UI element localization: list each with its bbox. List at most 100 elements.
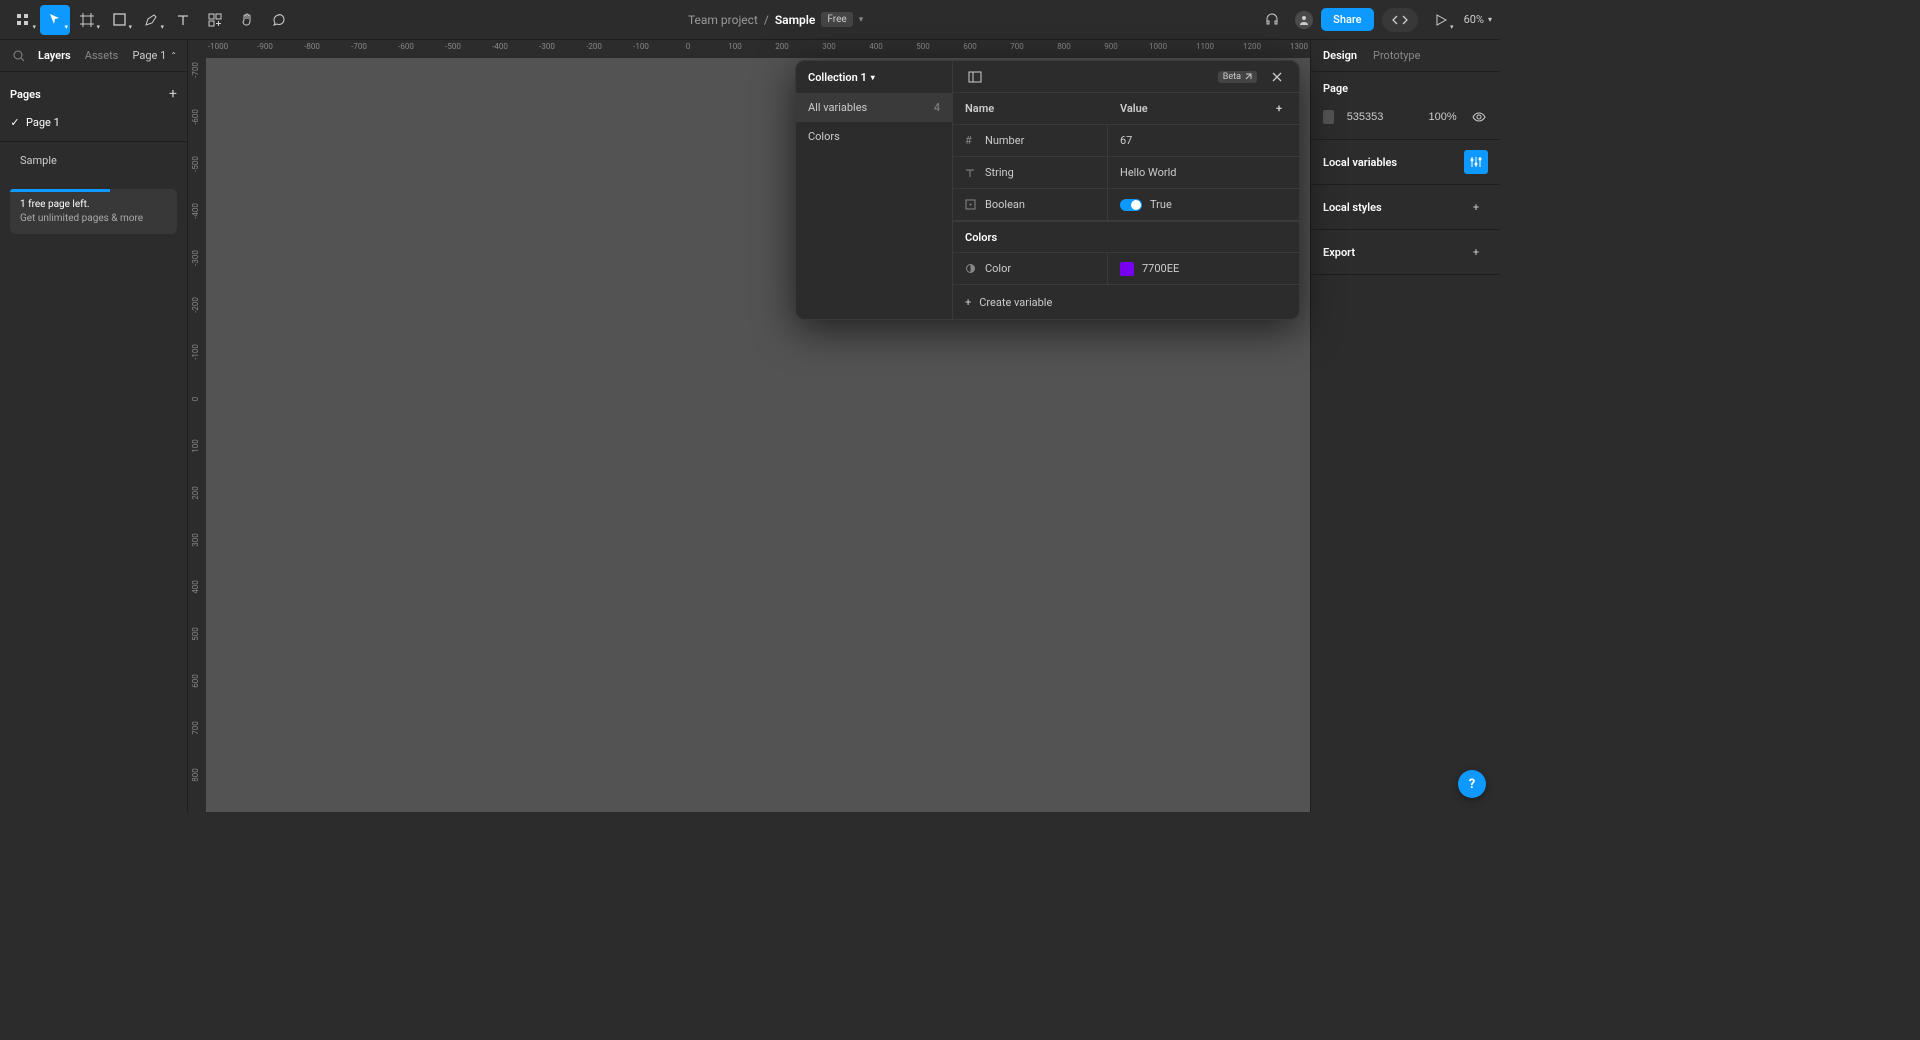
- chevron-down-icon: ▾: [32, 23, 36, 31]
- tab-layers[interactable]: Layers: [38, 49, 71, 62]
- comment-tool[interactable]: [264, 5, 294, 35]
- add-export-button[interactable]: +: [1464, 240, 1488, 264]
- variable-row-string[interactable]: String Hello World: [953, 157, 1299, 189]
- add-mode-button[interactable]: +: [1267, 97, 1291, 121]
- ruler-tick: -700: [191, 62, 200, 78]
- left-panel: Layers Assets Page 1 ⌃ Pages + ✓ Page 1 …: [0, 40, 188, 812]
- add-page-button[interactable]: +: [169, 86, 177, 102]
- layer-row[interactable]: Sample: [0, 148, 187, 173]
- plan-badge: Free: [821, 12, 852, 27]
- ruler-tick: 1100: [1196, 42, 1214, 51]
- variables-top-bar: Beta: [953, 61, 1299, 93]
- move-tool[interactable]: ▾: [40, 5, 70, 35]
- open-variables-button[interactable]: [1464, 150, 1488, 174]
- comment-icon: [272, 13, 286, 27]
- dev-mode-toggle[interactable]: [1382, 8, 1418, 32]
- plus-icon: +: [1473, 246, 1479, 259]
- help-label: ?: [1469, 777, 1475, 792]
- shape-tool[interactable]: ▾: [104, 5, 134, 35]
- variable-section-colors: Colors: [953, 221, 1299, 253]
- tab-assets[interactable]: Assets: [85, 49, 119, 62]
- variable-row-number[interactable]: # Number 67: [953, 125, 1299, 157]
- plus-icon: +: [1276, 102, 1282, 115]
- pen-tool[interactable]: ▾: [136, 5, 166, 35]
- add-style-button[interactable]: +: [1464, 195, 1488, 219]
- bg-hex-input[interactable]: [1342, 107, 1402, 127]
- visibility-toggle[interactable]: [1470, 105, 1488, 129]
- ruler-tick: 400: [191, 580, 200, 594]
- variables-table: Beta Name Value + # Number 67: [953, 61, 1299, 319]
- color-swatch[interactable]: [1120, 262, 1134, 276]
- string-type-icon: [965, 168, 977, 178]
- var-value[interactable]: 67: [1120, 134, 1132, 147]
- audio-button[interactable]: [1257, 5, 1287, 35]
- ruler-tick: -500: [445, 42, 461, 51]
- ruler-tick: 600: [963, 42, 977, 51]
- page-section-title: Page: [1323, 82, 1488, 95]
- toggle-sidebar-button[interactable]: [963, 65, 987, 89]
- var-value[interactable]: 7700EE: [1142, 262, 1179, 275]
- boolean-toggle[interactable]: [1120, 199, 1142, 211]
- tab-design[interactable]: Design: [1323, 49, 1357, 62]
- upsell-card[interactable]: 1 free page left. Get unlimited pages & …: [10, 189, 177, 234]
- search-button[interactable]: [10, 47, 28, 65]
- text-tool[interactable]: [168, 5, 198, 35]
- variable-row-boolean[interactable]: Boolean True: [953, 189, 1299, 221]
- ruler-tick: -100: [191, 344, 200, 360]
- check-icon: ✓: [10, 116, 20, 129]
- var-name: Number: [985, 134, 1024, 147]
- resources-tool[interactable]: [200, 5, 230, 35]
- ruler-tick: 700: [191, 721, 200, 735]
- page-row[interactable]: ✓ Page 1: [0, 110, 187, 135]
- resources-icon: [208, 13, 222, 27]
- frame-tool[interactable]: ▾: [72, 5, 102, 35]
- export-section: Export +: [1311, 230, 1500, 275]
- chevron-up-icon: ⌃: [170, 51, 177, 60]
- ruler-tick: 800: [1057, 42, 1071, 51]
- page-indicator[interactable]: Page 1 ⌃: [133, 49, 178, 62]
- menu-button[interactable]: ▾: [8, 5, 38, 35]
- share-button[interactable]: Share: [1321, 8, 1373, 31]
- person-icon: [1298, 14, 1310, 26]
- tab-prototype[interactable]: Prototype: [1373, 49, 1420, 62]
- close-modal-button[interactable]: [1265, 65, 1289, 89]
- page-section: Page: [1311, 72, 1500, 140]
- variable-row-color[interactable]: Color 7700EE: [953, 253, 1299, 285]
- bg-swatch[interactable]: [1323, 110, 1334, 124]
- ruler-tick: -400: [191, 203, 200, 219]
- sidebar-icon: [968, 70, 982, 84]
- beta-label: Beta: [1223, 72, 1241, 82]
- hand-tool[interactable]: [232, 5, 262, 35]
- toolbar-center: Team project / Sample Free ▾: [294, 12, 1257, 27]
- file-name[interactable]: Sample: [775, 13, 816, 27]
- var-value: True: [1150, 198, 1172, 211]
- ruler-tick: 300: [191, 533, 200, 547]
- user-avatar[interactable]: [1295, 11, 1313, 29]
- ruler-tick: 900: [1104, 42, 1118, 51]
- pages-section: Pages + ✓ Page 1: [0, 72, 187, 142]
- code-icon: [1392, 13, 1408, 27]
- beta-badge[interactable]: Beta: [1218, 71, 1257, 83]
- external-link-icon: [1244, 73, 1252, 81]
- help-button[interactable]: ?: [1458, 770, 1486, 798]
- cursor-icon: [48, 13, 62, 27]
- chevron-down-icon[interactable]: ▾: [859, 15, 864, 25]
- local-styles-section: Local styles +: [1311, 185, 1500, 230]
- variable-group-colors[interactable]: Colors: [796, 122, 952, 151]
- frame-icon: [80, 13, 94, 27]
- layers-list: Sample: [0, 142, 187, 179]
- variables-collection-header[interactable]: Collection 1 ▾: [796, 61, 952, 93]
- create-variable-button[interactable]: + Create variable: [953, 285, 1299, 319]
- present-button[interactable]: ▾: [1426, 5, 1456, 35]
- bg-opacity-input[interactable]: [1418, 107, 1462, 127]
- ruler-tick: 800: [191, 768, 200, 782]
- zoom-control[interactable]: 60% ▾: [1464, 13, 1492, 26]
- col-name: Name: [953, 102, 1108, 115]
- project-breadcrumb[interactable]: Team project: [688, 13, 758, 27]
- var-name: Boolean: [985, 198, 1025, 211]
- plus-icon: +: [1473, 201, 1479, 214]
- group-label: Colors: [808, 130, 840, 143]
- variable-group-all[interactable]: All variables 4: [796, 93, 952, 122]
- export-title: Export: [1323, 246, 1355, 259]
- var-value[interactable]: Hello World: [1120, 166, 1177, 179]
